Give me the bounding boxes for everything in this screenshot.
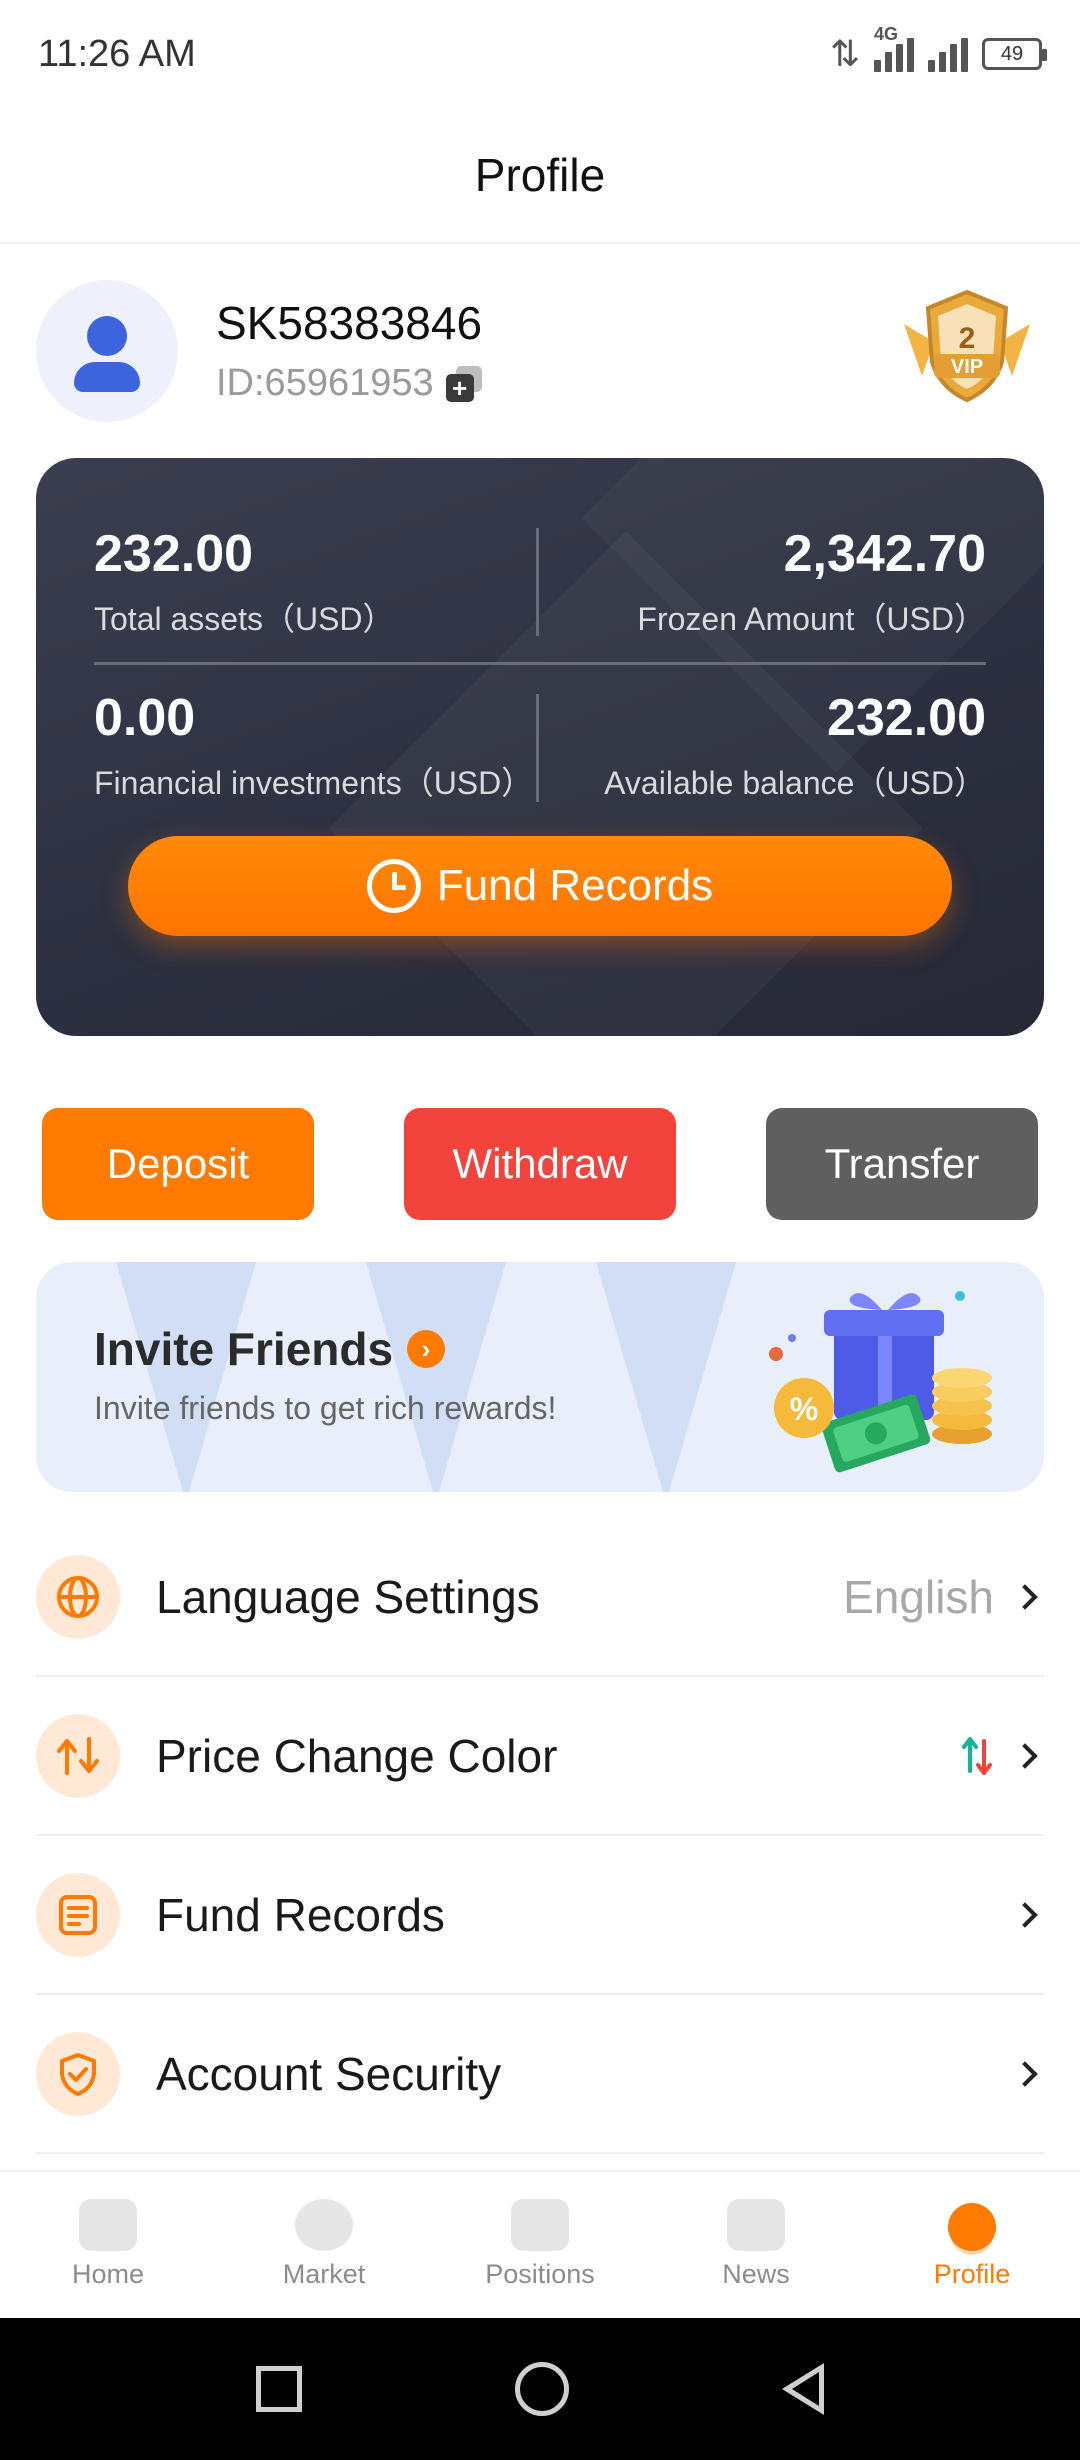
battery-level: 49 (1000, 42, 1024, 65)
menu-item-value: English (843, 1570, 994, 1623)
tab-market[interactable]: Market (216, 2172, 432, 2318)
menu-item-label: Language Settings (156, 1570, 540, 1623)
invite-title-text: Invite Friends (94, 1323, 394, 1375)
signal-icon-2 (928, 36, 968, 72)
profile-icon (948, 2203, 996, 2251)
copy-icon[interactable]: + (445, 365, 482, 402)
user-id-row: ID:65961953 + (216, 362, 482, 405)
recents-icon[interactable] (256, 2366, 303, 2412)
price-change-icon (36, 1713, 120, 1798)
settings-menu: Language Settings English Price Change C… (36, 1518, 1044, 2154)
divider (536, 694, 539, 802)
chevron-right-icon (1012, 1901, 1038, 1928)
gift-icon: % (769, 1291, 992, 1473)
tab-label: News (722, 2259, 790, 2289)
menu-item-fund-records[interactable]: Fund Records (36, 1836, 1044, 1995)
news-icon (727, 2199, 785, 2251)
chevron-right-icon (1012, 2060, 1038, 2087)
frozen-amount-label: Frozen Amount（USD） (637, 601, 986, 637)
home-icon (79, 2199, 137, 2251)
invite-title: Invite Friends › (94, 1322, 446, 1376)
data-transfer-icon: ⇅ (829, 33, 860, 74)
financial-investments-value: 0.00 (94, 689, 196, 747)
fund-records-button[interactable]: Fund Records (128, 836, 952, 936)
chevron-right-icon (1012, 1583, 1038, 1610)
up-down-color-icon (962, 1736, 992, 1775)
fund-records-button-label: Fund Records (436, 861, 714, 910)
svg-text:%: % (790, 1391, 818, 1427)
invite-subtitle: Invite friends to get rich rewards! (94, 1390, 557, 1426)
vip-badge-icon[interactable]: 2 VIP (894, 284, 1040, 408)
total-assets-label: Total assets（USD） (94, 601, 395, 637)
home-button-icon[interactable] (514, 2362, 569, 2416)
deposit-button[interactable]: Deposit (42, 1108, 314, 1220)
document-icon (36, 1872, 120, 1957)
tab-label: Positions (485, 2259, 595, 2289)
system-nav-bar (0, 2318, 1080, 2460)
divider (536, 528, 539, 636)
user-info: SK58383846 ID:65961953 + 2 VIP (36, 278, 1044, 424)
status-bar: 11:26 AM ⇅ 4G 49 (0, 0, 1080, 108)
available-balance-value: 232.00 (826, 689, 986, 747)
frozen-amount-value: 2,342.70 (783, 525, 986, 583)
page-header: Profile (0, 108, 1080, 244)
back-icon[interactable] (781, 2363, 824, 2415)
vip-level: 2 (959, 322, 976, 355)
available-balance-label: Available balance（USD） (604, 765, 986, 801)
user-icon-head (87, 316, 127, 356)
financial-investments: 0.00 Financial investments（USD） (94, 688, 533, 804)
status-icons: ⇅ 4G 49 (829, 24, 1047, 75)
menu-item-label: Fund Records (156, 1888, 445, 1941)
withdraw-button[interactable]: Withdraw (404, 1108, 676, 1220)
shield-check-icon (36, 2031, 120, 2116)
available-balance: 232.00 Available balance（USD） (604, 688, 986, 804)
divider (94, 662, 986, 665)
battery-icon: 49 (982, 38, 1047, 70)
tab-home[interactable]: Home (0, 2172, 216, 2318)
bottom-tab-bar: Home Market Positions News Profile (0, 2170, 1080, 2318)
transfer-button[interactable]: Transfer (766, 1108, 1038, 1220)
tab-positions[interactable]: Positions (432, 2172, 648, 2318)
total-assets-value: 232.00 (94, 525, 254, 583)
menu-item-account-security[interactable]: Account Security (36, 1995, 1044, 2154)
page-title: Profile (474, 149, 606, 201)
asset-card: 232.00 Total assets（USD） 2,342.70 Frozen… (36, 458, 1044, 1036)
chevron-right-icon (1012, 1742, 1038, 1769)
tab-label: Market (282, 2259, 366, 2289)
tab-label: Profile (933, 2259, 1011, 2289)
network-type: 4G (874, 24, 899, 44)
arrow-right-icon: › (407, 1330, 446, 1368)
market-icon (295, 2199, 353, 2251)
menu-item-label: Price Change Color (156, 1729, 558, 1782)
user-icon-body (74, 362, 140, 392)
positions-icon (511, 2199, 569, 2251)
username: SK58383846 (216, 297, 483, 349)
action-buttons: Deposit Withdraw Transfer (42, 1108, 1038, 1220)
tab-news[interactable]: News (648, 2172, 864, 2318)
avatar[interactable] (36, 280, 178, 422)
menu-item-label: Account Security (156, 2047, 502, 2100)
invite-friends-banner[interactable]: Invite Friends › Invite friends to get r… (36, 1262, 1044, 1492)
status-time: 11:26 AM (38, 32, 196, 75)
menu-item-price-change-color[interactable]: Price Change Color (36, 1677, 1044, 1836)
user-id: ID:65961953 (216, 362, 434, 404)
financial-investments-label: Financial investments（USD） (94, 765, 534, 801)
globe-icon (36, 1554, 120, 1639)
clock-icon (366, 859, 421, 913)
frozen-amount: 2,342.70 Frozen Amount（USD） (637, 524, 986, 640)
tab-profile[interactable]: Profile (864, 2172, 1080, 2318)
menu-item-language-settings[interactable]: Language Settings English (36, 1518, 1044, 1677)
total-assets: 232.00 Total assets（USD） (94, 524, 395, 640)
tab-label: Home (71, 2259, 145, 2289)
vip-text: VIP (951, 356, 983, 378)
signal-icon: 4G (874, 24, 914, 72)
